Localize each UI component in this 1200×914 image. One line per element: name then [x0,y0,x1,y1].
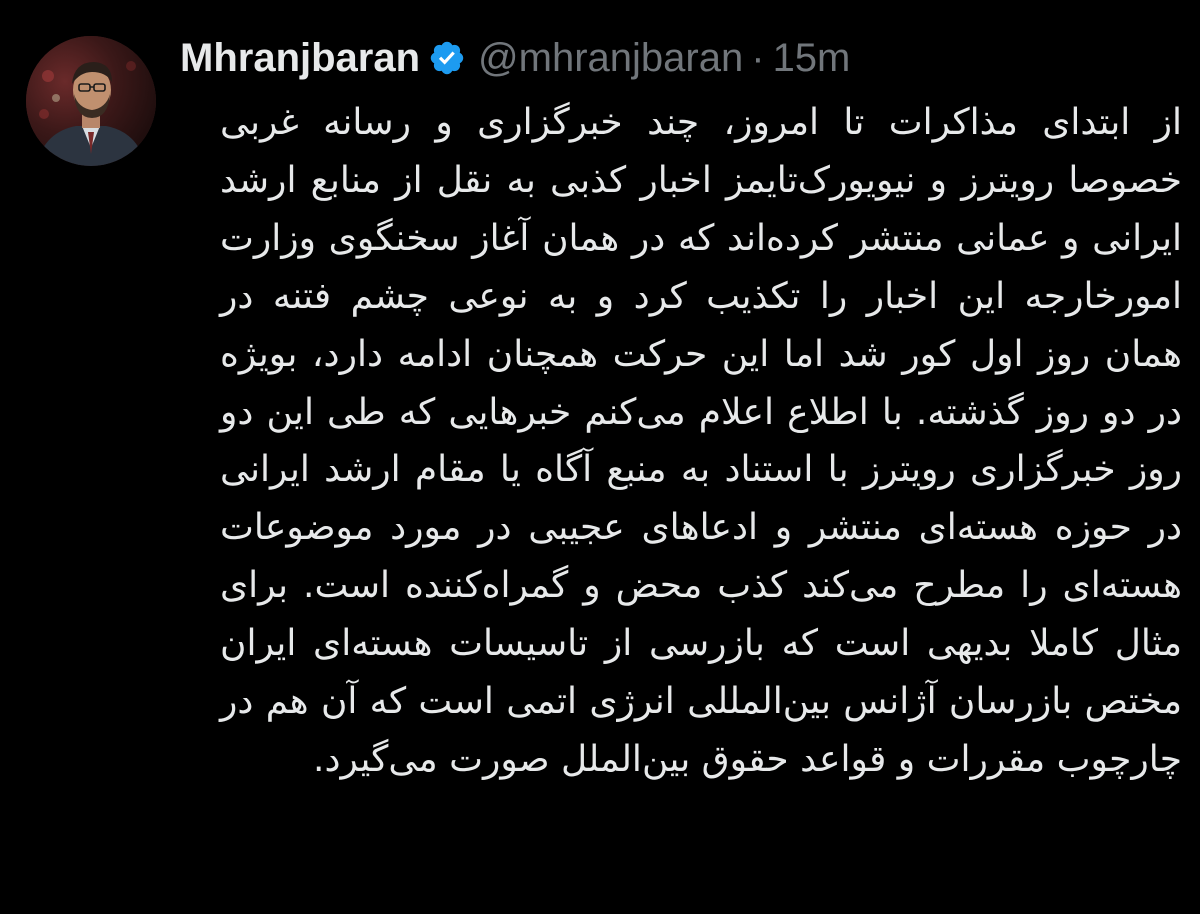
user-handle[interactable]: @mhranjbaran [478,36,743,81]
tweet: Mhranjbaran @mhranjbaran · 15m از ابتدای… [0,0,1200,914]
separator-dot: · [751,35,765,80]
tweet-text: از ابتدای مذاکرات تا امروز، چند خبرگزاری… [220,102,1182,780]
verified-badge-icon [428,39,466,77]
avatar-image [26,36,156,166]
avatar[interactable] [26,36,156,166]
timestamp[interactable]: 15m [773,36,851,81]
display-name[interactable]: Mhranjbaran [180,36,420,81]
tweet-header: Mhranjbaran @mhranjbaran · 15m [180,30,850,86]
